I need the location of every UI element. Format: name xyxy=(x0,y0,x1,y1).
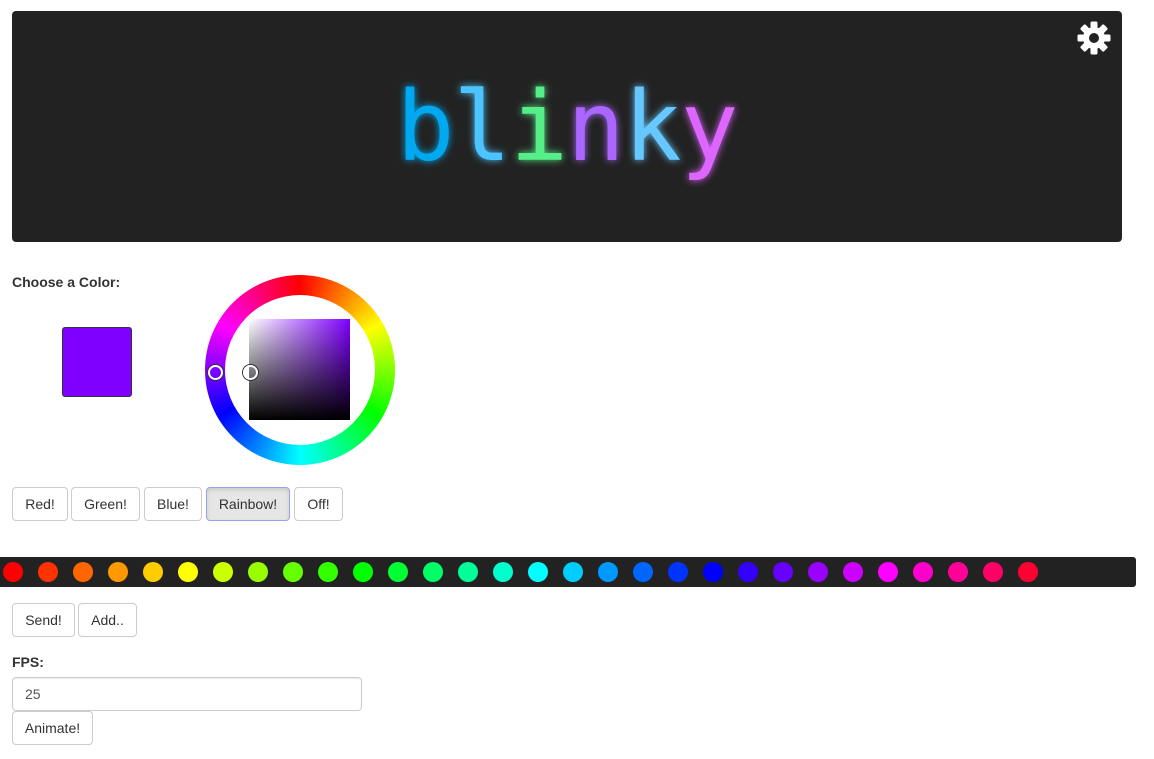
led-dot[interactable] xyxy=(703,562,723,582)
fps-label: FPS: xyxy=(12,654,44,670)
gear-icon[interactable] xyxy=(1076,20,1112,56)
led-dot[interactable] xyxy=(423,562,443,582)
logo-letter: y xyxy=(680,71,739,183)
led-dot[interactable] xyxy=(248,562,268,582)
led-dot[interactable] xyxy=(178,562,198,582)
led-dot[interactable] xyxy=(1018,562,1038,582)
add-button[interactable]: Add.. xyxy=(78,603,137,637)
led-dot[interactable] xyxy=(563,562,583,582)
led-dot[interactable] xyxy=(668,562,688,582)
choose-color-label: Choose a Color: xyxy=(12,274,121,290)
led-dot[interactable] xyxy=(773,562,793,582)
led-dot[interactable] xyxy=(3,562,23,582)
off-button[interactable]: Off! xyxy=(294,487,343,521)
led-dot[interactable] xyxy=(878,562,898,582)
logo-letter: i xyxy=(510,71,568,183)
send-button[interactable]: Send! xyxy=(12,603,75,637)
led-dot[interactable] xyxy=(913,562,933,582)
led-dot[interactable] xyxy=(493,562,513,582)
selected-color-swatch xyxy=(62,327,132,397)
logo-letter: k xyxy=(623,71,682,183)
led-dot[interactable] xyxy=(318,562,338,582)
logo-letter: l xyxy=(453,71,511,183)
saturation-value-square[interactable] xyxy=(249,319,350,420)
red-button[interactable]: Red! xyxy=(12,487,68,521)
led-dot[interactable] xyxy=(388,562,408,582)
led-dot[interactable] xyxy=(528,562,548,582)
app-logo: blinky xyxy=(12,79,1122,175)
rainbow-button[interactable]: Rainbow! xyxy=(206,487,290,521)
led-dot[interactable] xyxy=(213,562,233,582)
led-dot[interactable] xyxy=(598,562,618,582)
animate-button[interactable]: Animate! xyxy=(12,711,93,745)
led-dot[interactable] xyxy=(353,562,373,582)
header-banner: blinky xyxy=(12,11,1122,242)
led-dot[interactable] xyxy=(143,562,163,582)
blue-button[interactable]: Blue! xyxy=(144,487,202,521)
led-dot[interactable] xyxy=(843,562,863,582)
green-button[interactable]: Green! xyxy=(71,487,140,521)
led-dot[interactable] xyxy=(73,562,93,582)
led-dot[interactable] xyxy=(38,562,58,582)
logo-letter: b xyxy=(396,71,455,183)
hue-handle[interactable] xyxy=(208,365,223,380)
saturation-value-handle[interactable] xyxy=(243,365,258,380)
led-dot[interactable] xyxy=(633,562,653,582)
led-dot[interactable] xyxy=(983,562,1003,582)
led-strip xyxy=(0,557,1136,587)
led-dot[interactable] xyxy=(808,562,828,582)
logo-letter: n xyxy=(567,71,625,183)
led-dot[interactable] xyxy=(283,562,303,582)
led-dot[interactable] xyxy=(458,562,478,582)
led-dot[interactable] xyxy=(108,562,128,582)
led-dot[interactable] xyxy=(948,562,968,582)
color-wheel-picker[interactable] xyxy=(205,275,395,465)
fps-input[interactable] xyxy=(12,677,362,711)
led-dot[interactable] xyxy=(738,562,758,582)
